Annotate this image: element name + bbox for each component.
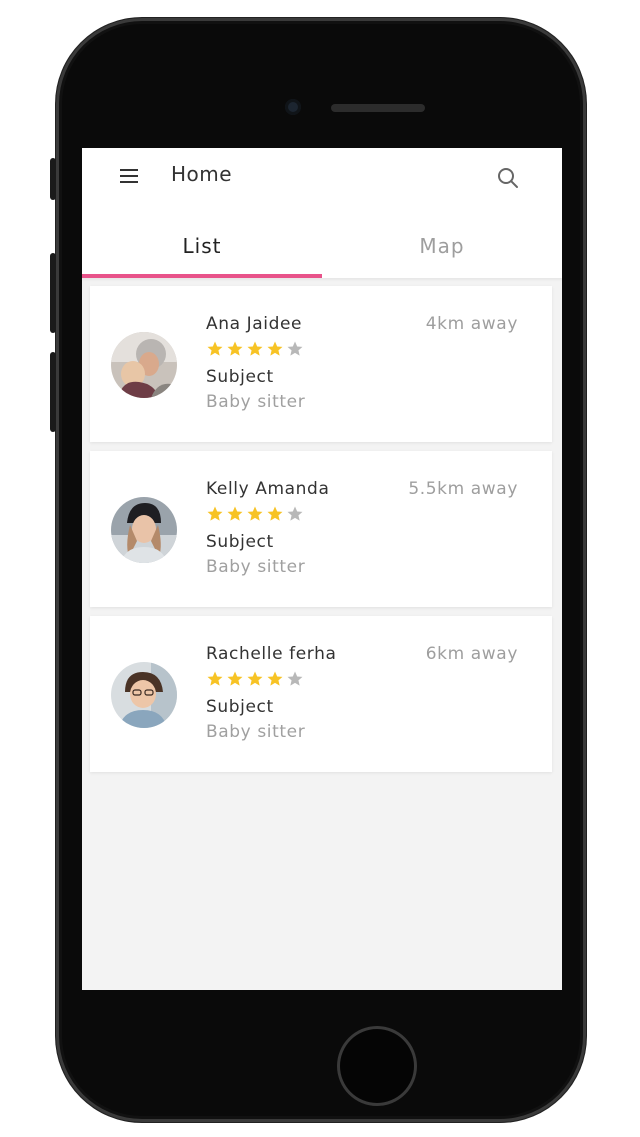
side-button-volume-up <box>50 253 56 333</box>
star-filled-icon <box>227 671 243 686</box>
star-rating <box>206 670 306 688</box>
star-filled-icon <box>247 506 263 521</box>
star-filled-icon <box>267 671 283 686</box>
caregiver-name: Kelly Amanda <box>206 479 330 499</box>
avatar <box>111 497 177 563</box>
star-empty-icon <box>287 506 303 521</box>
caregiver-card[interactable]: Kelly Amanda 5.5km away Subject Baby sit… <box>90 451 552 607</box>
front-camera <box>285 99 301 115</box>
star-filled-icon <box>227 506 243 521</box>
earpiece-speaker <box>331 104 425 112</box>
star-filled-icon <box>207 341 223 356</box>
star-empty-icon <box>287 341 303 356</box>
avatar <box>111 332 177 398</box>
tab-bar: List Map <box>82 208 562 278</box>
subject-label: Subject <box>206 367 274 387</box>
caregiver-name: Ana Jaidee <box>206 314 303 334</box>
star-filled-icon <box>207 671 223 686</box>
home-button[interactable] <box>337 1026 417 1106</box>
caregiver-name: Rachelle ferha <box>206 644 337 664</box>
star-filled-icon <box>267 341 283 356</box>
caregiver-distance: 5.5km away <box>408 479 518 499</box>
star-rating <box>206 505 306 523</box>
subject-label: Subject <box>206 532 274 552</box>
active-tab-indicator <box>82 274 322 278</box>
caregiver-distance: 4km away <box>425 314 518 334</box>
caregiver-card[interactable]: Ana Jaidee 4km away Subject Baby sitter <box>90 286 552 442</box>
star-filled-icon <box>267 506 283 521</box>
star-filled-icon <box>227 341 243 356</box>
star-filled-icon <box>247 671 263 686</box>
hamburger-menu-icon[interactable] <box>120 168 138 184</box>
tab-list[interactable]: List <box>82 208 322 278</box>
caregiver-role: Baby sitter <box>206 722 306 742</box>
caregiver-card[interactable]: Rachelle ferha 6km away Subject Baby sit… <box>90 616 552 772</box>
star-empty-icon <box>287 671 303 686</box>
search-icon[interactable] <box>496 166 520 190</box>
caregiver-distance: 6km away <box>425 644 518 664</box>
subject-label: Subject <box>206 697 274 717</box>
star-rating <box>206 340 306 358</box>
avatar <box>111 662 177 728</box>
app-screen: Home List Map Ana Jaidee 4km away Subjec… <box>82 148 562 990</box>
star-filled-icon <box>207 506 223 521</box>
star-filled-icon <box>247 341 263 356</box>
page-title: Home <box>171 162 233 186</box>
caregiver-role: Baby sitter <box>206 557 306 577</box>
caregiver-role: Baby sitter <box>206 392 306 412</box>
tab-map[interactable]: Map <box>322 208 562 278</box>
app-bar: Home <box>82 148 562 208</box>
side-button-volume-down <box>50 352 56 432</box>
side-button-mute <box>50 158 56 200</box>
